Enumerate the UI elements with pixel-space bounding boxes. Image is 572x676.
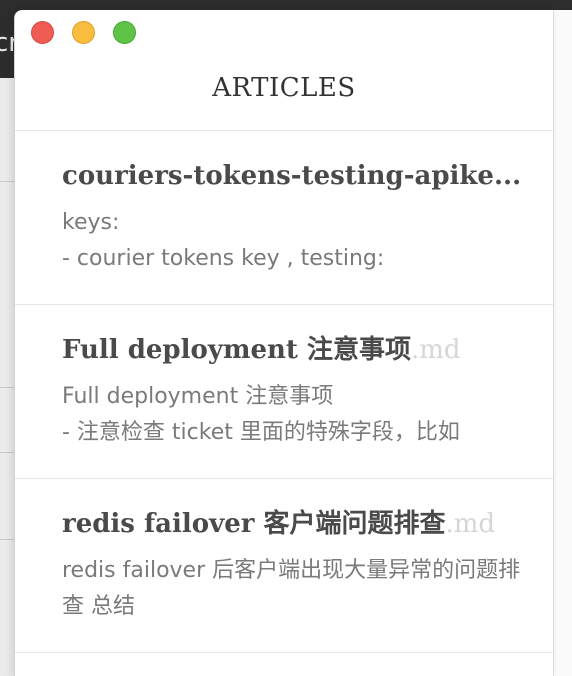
article-extension: .md: [445, 509, 496, 539]
article-preview: redis failover 后客户端出现大量异常的问题排查 总结: [62, 558, 521, 619]
article-extension: .md: [410, 335, 461, 365]
list-item[interactable]: couriers-tokens-testing-apike... keys: -…: [15, 131, 553, 305]
article-preview: keys: - courier tokens key , testing:: [62, 210, 385, 271]
background-pane: [553, 10, 572, 676]
close-window-button[interactable]: [31, 21, 54, 44]
article-title: redis failover 客户端问题排查.md: [62, 507, 531, 541]
article-preview: Full deployment 注意事项 - 注意检查 ticket 里面的特殊…: [62, 384, 460, 445]
background-divider: [0, 452, 14, 453]
article-title: Full deployment 注意事项.md: [62, 333, 531, 367]
list-item[interactable]: Full deployment 注意事项.md Full deployment …: [15, 305, 553, 479]
window-header: ARTICLES: [15, 10, 553, 131]
minimize-window-button[interactable]: [72, 21, 95, 44]
background-divider: [0, 539, 14, 540]
article-title: couriers-tokens-testing-apike...: [62, 159, 531, 193]
background-divider: [0, 387, 14, 388]
page-title: ARTICLES: [212, 73, 356, 103]
list-item[interactable]: redis failover 客户端问题排查.md redis failover…: [15, 479, 553, 653]
article-list: couriers-tokens-testing-apike... keys: -…: [15, 131, 553, 653]
article-title-text: redis failover 客户端问题排查: [62, 509, 446, 539]
background-divider: [0, 181, 14, 182]
articles-window: ARTICLES couriers-tokens-testing-apike..…: [14, 10, 553, 676]
maximize-window-button[interactable]: [113, 21, 136, 44]
window-controls: [31, 21, 136, 44]
article-title-text: couriers-tokens-testing-apike...: [62, 161, 522, 191]
article-title-text: Full deployment 注意事项: [62, 335, 411, 365]
